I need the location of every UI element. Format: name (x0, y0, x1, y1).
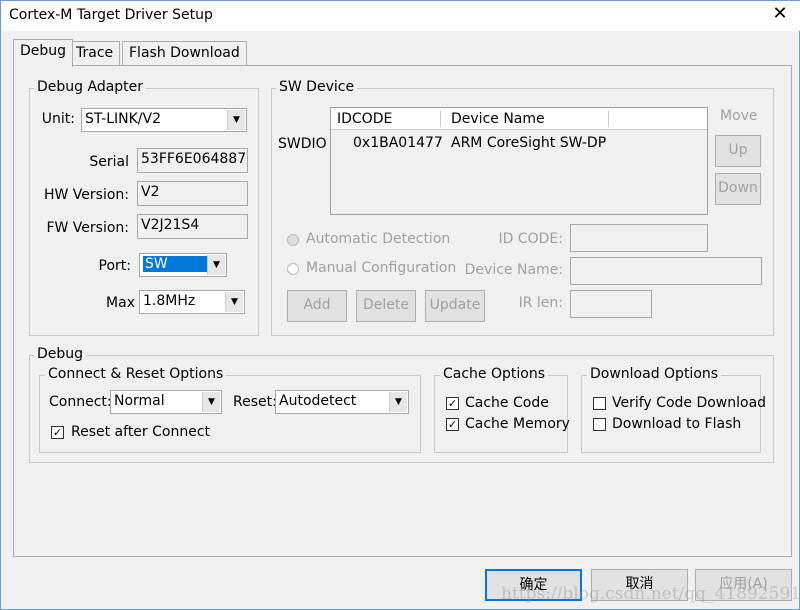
connect-reset-group (39, 375, 421, 453)
reset-label: Reset: (233, 394, 277, 410)
update-button[interactable]: Update (425, 290, 485, 322)
add-button[interactable]: Add (287, 290, 347, 322)
idcode-cell: 0x1BA01477 (353, 135, 443, 151)
id-code-field[interactable] (570, 224, 708, 252)
max-label: Max (106, 295, 135, 311)
ir-len-field[interactable] (570, 290, 652, 318)
reset-after-connect-label: Reset after Connect (71, 424, 211, 440)
chevron-down-icon: ▼ (225, 292, 243, 312)
download-to-flash-checkbox[interactable] (593, 418, 606, 431)
tab-flash-download[interactable]: Flash Download (122, 41, 247, 66)
hw-version-field: V2 (137, 181, 248, 206)
debug-title: Debug (34, 346, 87, 362)
chevron-down-icon: ▼ (389, 392, 407, 412)
chevron-down-icon: ▼ (202, 392, 220, 412)
swdio-label: SWDIO (278, 136, 327, 152)
ok-button[interactable]: 确定 (485, 569, 582, 601)
down-button[interactable]: Down (715, 173, 761, 205)
verify-code-download-checkbox[interactable] (593, 397, 606, 410)
title-bar: Cortex-M Target Driver Setup ✕ (1, 1, 800, 31)
download-options-group (581, 375, 761, 453)
reset-value: Autodetect (279, 393, 357, 409)
device-name-label: Device Name: (464, 262, 563, 278)
unit-select[interactable]: ST-LINK/V2 ▼ (81, 108, 247, 132)
fw-version-label: FW Version: (46, 220, 129, 236)
unit-label: Unit: (41, 111, 75, 127)
verify-code-download-label: Verify Code Download (612, 395, 767, 411)
tab-trace[interactable]: Trace (69, 41, 121, 66)
manual-configuration-label: Manual Configuration (306, 260, 457, 276)
connect-value: Normal (114, 393, 165, 409)
unit-value: ST-LINK/V2 (85, 111, 161, 127)
chevron-down-icon: ▼ (227, 110, 245, 130)
table-row[interactable]: 0x1BA01477 ARM CoreSight SW-DP (331, 133, 707, 155)
window-title: Cortex-M Target Driver Setup (9, 7, 213, 23)
cache-code-label: Cache Code (465, 395, 549, 411)
ir-len-label: IR len: (518, 295, 563, 311)
connect-select[interactable]: Normal ▼ (110, 390, 222, 414)
device-name-cell: ARM CoreSight SW-DP (451, 135, 607, 151)
dialog-window: Cortex-M Target Driver Setup ✕ Debug Tra… (0, 0, 800, 610)
apply-button[interactable]: 应用(A) (695, 569, 792, 601)
reset-after-connect-checkbox[interactable]: ✓ (51, 426, 64, 439)
port-value: SW (143, 256, 207, 272)
max-clock-select[interactable]: 1.8MHz ▼ (139, 290, 245, 314)
hw-version-label: HW Version: (43, 187, 129, 203)
delete-button[interactable]: Delete (356, 290, 416, 322)
automatic-detection-label: Automatic Detection (306, 231, 451, 247)
cancel-button[interactable]: 取消 (591, 569, 688, 601)
automatic-detection-radio[interactable] (287, 234, 299, 246)
port-label: Port: (98, 258, 131, 274)
device-table[interactable]: IDCODE Device Name 0x1BA01477 ARM CoreSi… (330, 107, 708, 215)
serial-field: 53FF6E06488751 (137, 148, 248, 173)
fw-version-field: V2J21S4 (137, 214, 248, 239)
manual-configuration-radio[interactable] (287, 263, 299, 275)
cache-memory-label: Cache Memory (465, 416, 570, 432)
column-header-idcode[interactable]: IDCODE (337, 111, 441, 127)
debug-adapter-title: Debug Adapter (34, 79, 147, 95)
up-button[interactable]: Up (715, 135, 761, 167)
sw-device-title: SW Device (276, 79, 358, 95)
download-to-flash-label: Download to Flash (612, 416, 742, 432)
connect-reset-title: Connect & Reset Options (45, 366, 227, 382)
device-name-field[interactable] (570, 257, 762, 285)
serial-label: Serial (89, 154, 129, 170)
column-header-device-name[interactable]: Device Name (443, 111, 609, 127)
close-icon[interactable]: ✕ (769, 3, 791, 24)
chevron-down-icon: ▼ (207, 255, 225, 275)
cache-options-group (434, 375, 568, 453)
move-label: Move (720, 108, 758, 124)
cache-options-title: Cache Options (440, 366, 549, 382)
download-options-title: Download Options (587, 366, 722, 382)
port-select[interactable]: SW ▼ (139, 253, 227, 277)
id-code-label: ID CODE: (498, 231, 564, 247)
max-value: 1.8MHz (143, 293, 196, 309)
cache-memory-checkbox[interactable]: ✓ (446, 418, 459, 431)
reset-select[interactable]: Autodetect ▼ (275, 390, 409, 414)
cache-code-checkbox[interactable]: ✓ (446, 397, 459, 410)
connect-label: Connect: (49, 394, 112, 410)
tab-debug[interactable]: Debug (13, 39, 74, 67)
